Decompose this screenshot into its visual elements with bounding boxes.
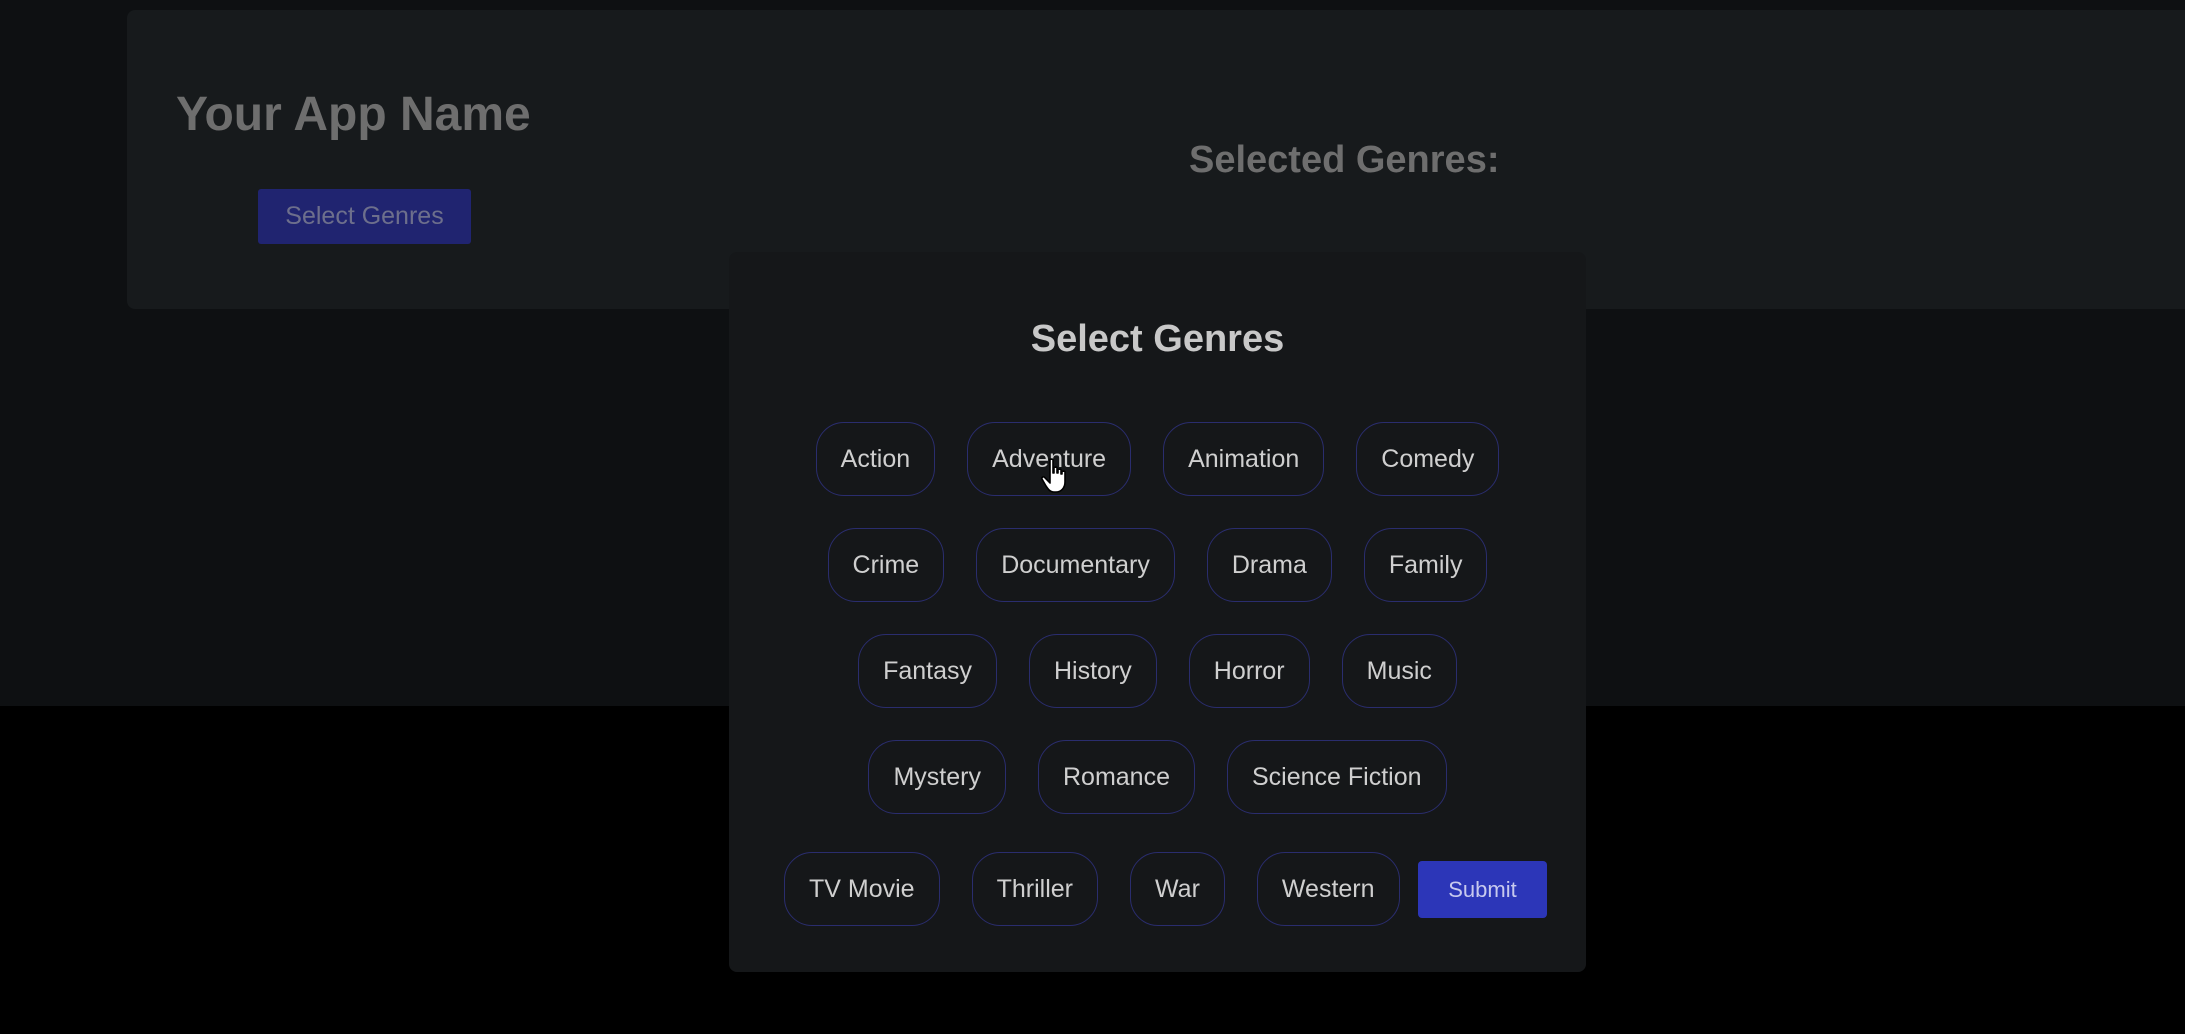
genre-chip-family[interactable]: Family: [1363, 528, 1488, 602]
genre-chip-fantasy[interactable]: Fantasy: [858, 634, 997, 708]
genre-chip-tv-movie[interactable]: TV Movie: [784, 852, 940, 926]
selected-genres-heading: Selected Genres:: [1189, 139, 1500, 181]
select-genres-button[interactable]: Select Genres: [258, 189, 471, 244]
genre-chip-horror[interactable]: Horror: [1188, 634, 1310, 708]
genre-row-3: Fantasy History Horror Music: [729, 634, 1586, 708]
genre-chip-drama[interactable]: Drama: [1206, 528, 1332, 602]
genre-chip-mystery[interactable]: Mystery: [868, 740, 1006, 814]
genre-chip-action[interactable]: Action: [815, 422, 936, 496]
app-title: Your App Name: [176, 88, 531, 141]
genre-chip-documentary[interactable]: Documentary: [976, 528, 1175, 602]
genre-chip-war[interactable]: War: [1130, 852, 1225, 926]
genre-row-1: Action Adventure Animation Comedy: [729, 422, 1586, 496]
genre-chip-adventure[interactable]: Adventure: [967, 422, 1132, 496]
modal-title: Select Genres: [1030, 318, 1285, 360]
genre-chip-romance[interactable]: Romance: [1037, 740, 1195, 814]
genre-chip-animation[interactable]: Animation: [1163, 422, 1325, 496]
genre-chip-science-fiction[interactable]: Science Fiction: [1226, 740, 1447, 814]
genre-chip-history[interactable]: History: [1029, 634, 1157, 708]
genre-row-5: TV Movie Thriller War Western: [784, 852, 1400, 926]
genre-chip-crime[interactable]: Crime: [827, 528, 945, 602]
genre-chip-comedy[interactable]: Comedy: [1356, 422, 1500, 496]
genre-chip-thriller[interactable]: Thriller: [971, 852, 1098, 926]
submit-button[interactable]: Submit: [1418, 861, 1547, 918]
genre-chip-music[interactable]: Music: [1341, 634, 1457, 708]
genre-modal: Select Genres Action Adventure Animation…: [729, 252, 1586, 972]
genre-chip-western[interactable]: Western: [1256, 852, 1400, 926]
genre-row-4: Mystery Romance Science Fiction: [729, 740, 1586, 814]
genre-row-2: Crime Documentary Drama Family: [729, 528, 1586, 602]
